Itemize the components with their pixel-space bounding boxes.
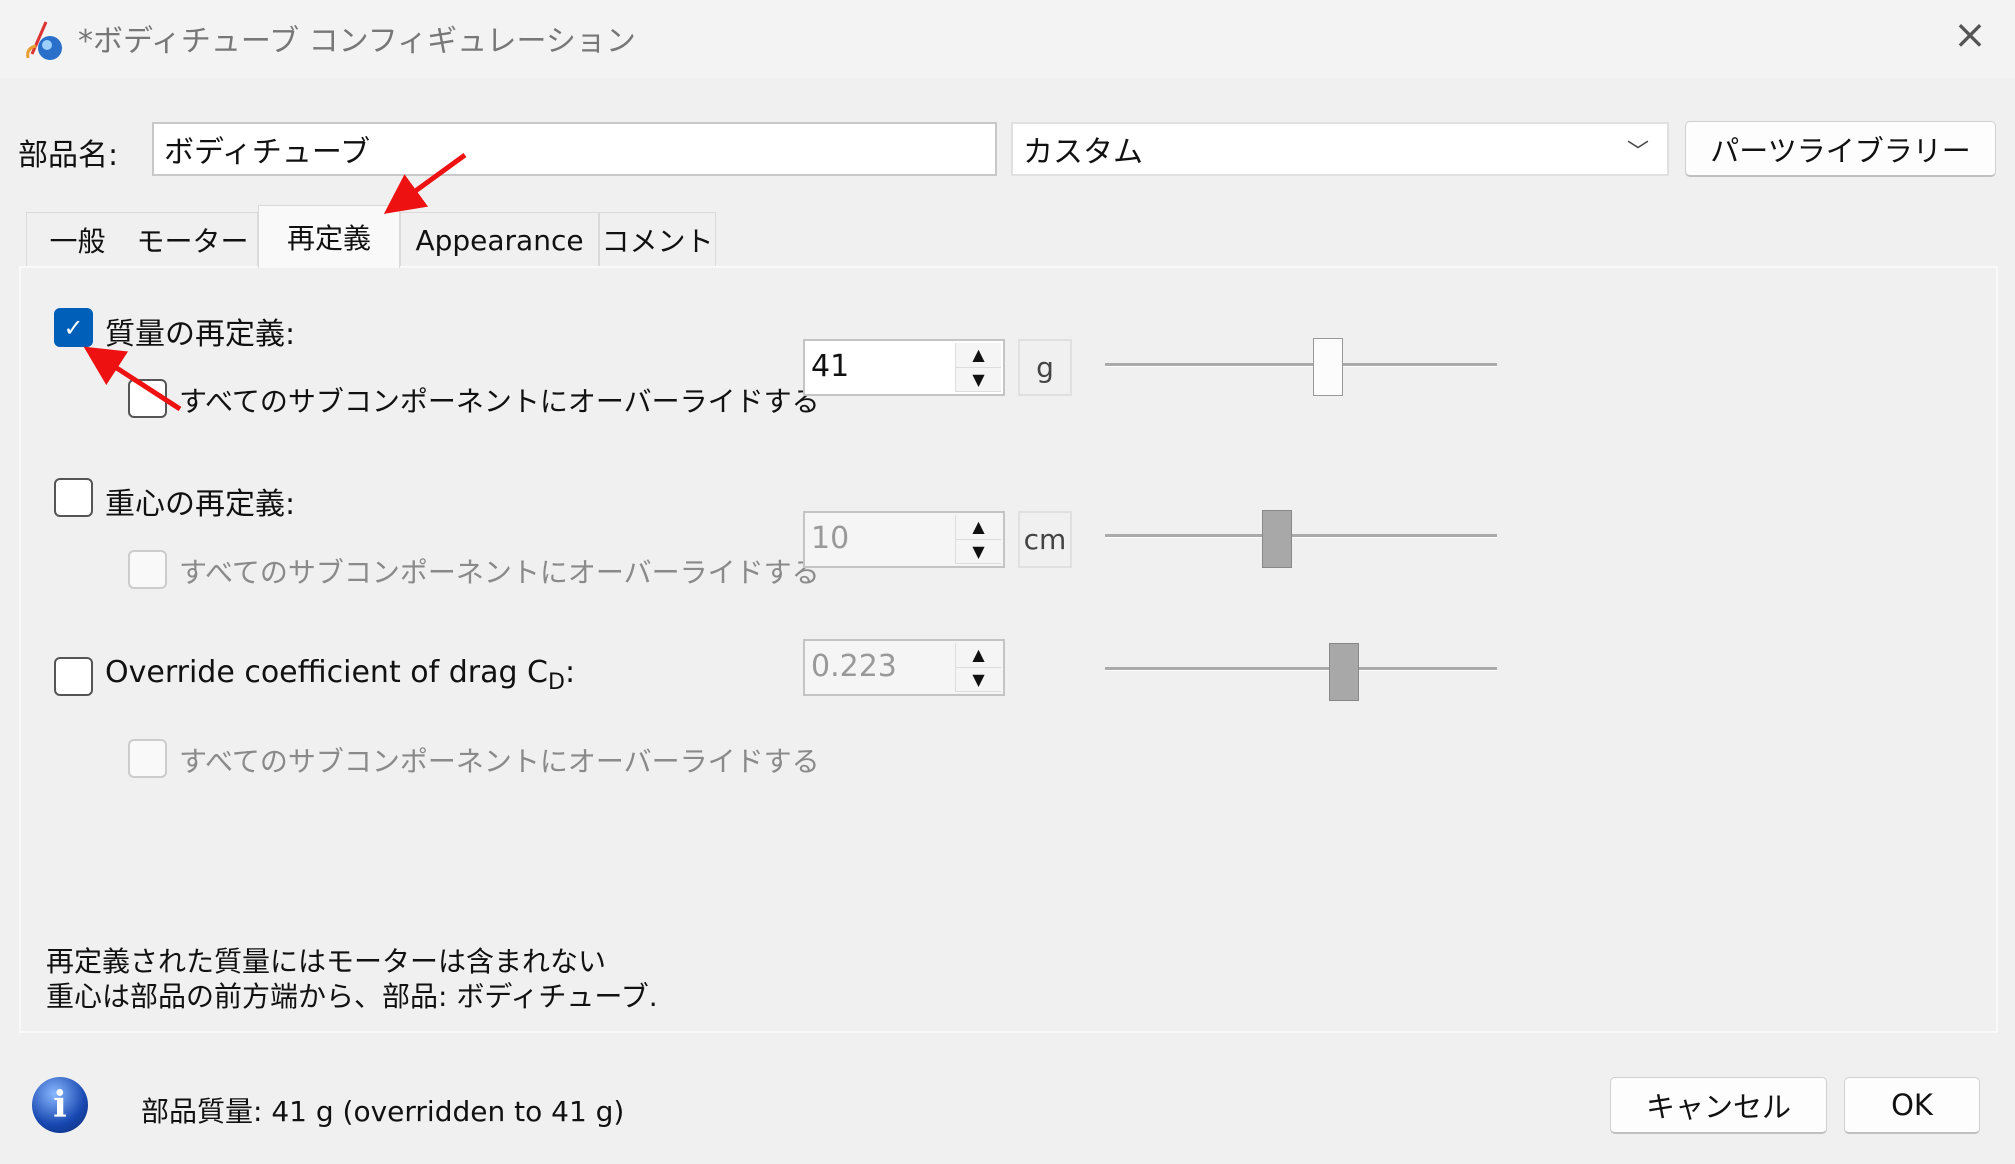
annotation-arrows [83,152,467,412]
arrow-to-mass-checkbox [83,346,182,412]
arrow-to-override-tab [383,152,467,214]
